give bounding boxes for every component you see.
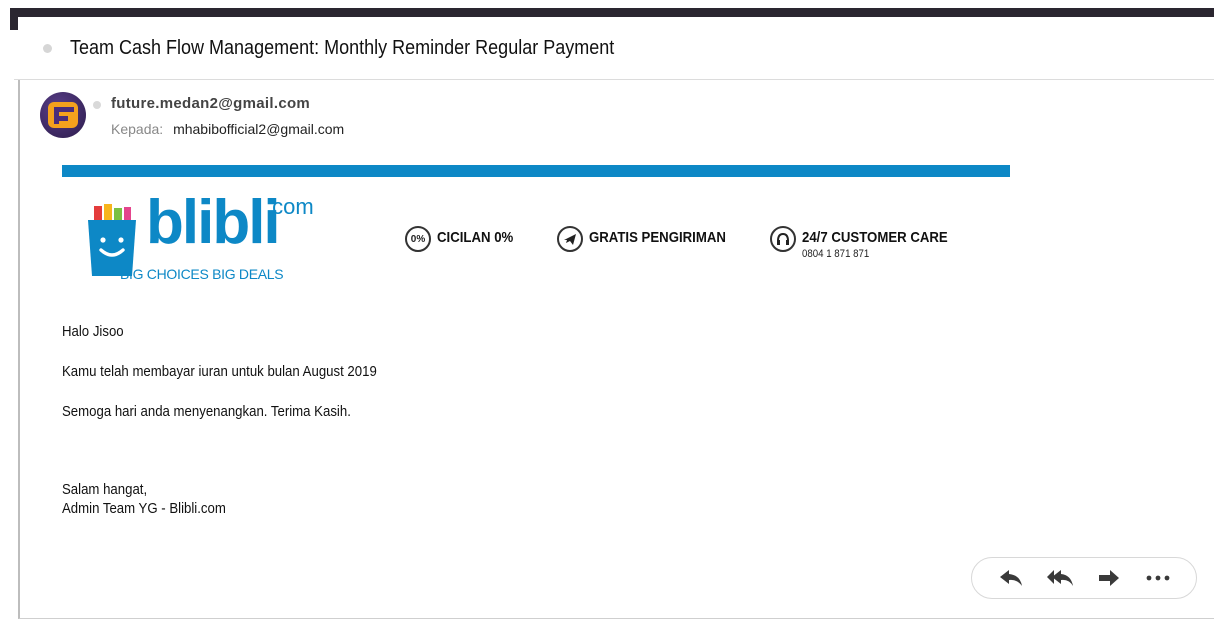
unread-dot-icon bbox=[43, 43, 52, 53]
greeting: Halo Jisoo bbox=[62, 323, 124, 340]
logo-tagline: BIG CHOICES BIG DEALS bbox=[120, 266, 284, 282]
recipient-email[interactable]: mhabibofficial2@gmail.com bbox=[173, 121, 344, 137]
closing-line: Salam hangat, bbox=[62, 481, 148, 498]
logo-suffix: .com bbox=[266, 194, 314, 219]
forward-icon[interactable] bbox=[1094, 566, 1124, 590]
window-top-bar bbox=[10, 8, 1214, 17]
sender-status-dot-icon bbox=[93, 101, 101, 109]
recipient-label: Kepada: bbox=[111, 121, 164, 137]
payment-message: Kamu telah membayar iuran untuk bulan Au… bbox=[62, 363, 377, 380]
feature-gratis-pengiriman: GRATIS PENGIRIMAN bbox=[557, 224, 745, 252]
wish-message: Semoga hari anda menyenangkan. Terima Ka… bbox=[62, 403, 351, 420]
customer-care-phone: 0804 1 871 871 bbox=[802, 248, 870, 260]
zero-percent-icon: 0% bbox=[405, 226, 431, 252]
sender-email[interactable]: future.medan2@gmail.com bbox=[111, 95, 310, 112]
blibli-logo[interactable]: blibli .com BIG CHOICES BIG DEALS bbox=[86, 190, 336, 285]
signature: Admin Team YG - Blibli.com bbox=[62, 500, 226, 517]
feature-label: GRATIS PENGIRIMAN bbox=[589, 229, 726, 246]
email-action-bar bbox=[971, 557, 1197, 599]
feature-label: 24/7 CUSTOMER CARE bbox=[802, 229, 948, 246]
feature-cicilan: 0% CICILAN 0% bbox=[405, 224, 524, 252]
email-frame bbox=[18, 80, 1214, 619]
feature-customer-care: 24/7 CUSTOMER CARE 0804 1 871 871 bbox=[770, 224, 968, 260]
reply-icon[interactable] bbox=[996, 566, 1026, 590]
headset-icon bbox=[770, 226, 796, 252]
subject-row: Team Cash Flow Management: Monthly Remin… bbox=[14, 17, 1214, 80]
feature-label: CICILAN 0% bbox=[437, 229, 514, 246]
reply-all-icon[interactable] bbox=[1045, 566, 1075, 590]
email-subject: Team Cash Flow Management: Monthly Remin… bbox=[70, 36, 615, 59]
airplane-icon bbox=[557, 226, 583, 252]
recipient-row: Kepada: mhabibofficial2@gmail.com bbox=[111, 121, 344, 137]
logo-wordmark: blibli bbox=[146, 188, 281, 257]
more-icon[interactable] bbox=[1143, 566, 1173, 590]
avatar-logo-icon bbox=[48, 102, 78, 128]
avatar[interactable] bbox=[40, 92, 86, 138]
banner-top-bar bbox=[62, 165, 1010, 177]
